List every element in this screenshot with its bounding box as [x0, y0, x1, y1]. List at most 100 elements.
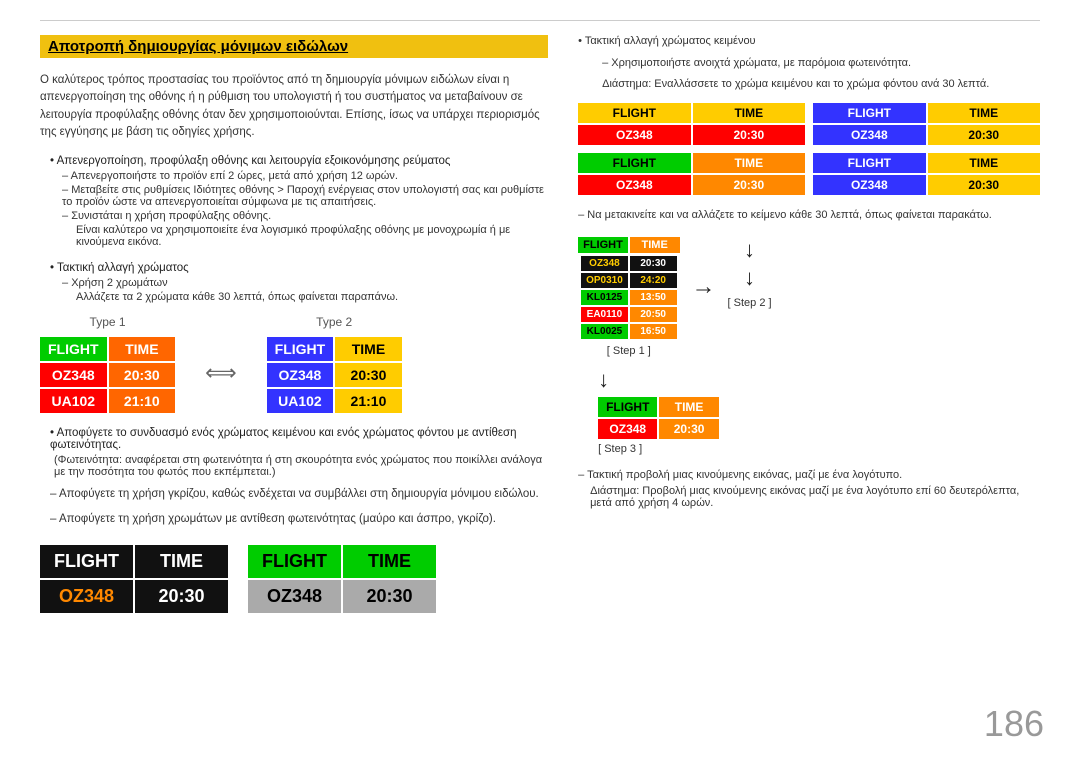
type2-2030: 20:30: [335, 363, 402, 387]
step1-row3: EA0110 20:50: [581, 307, 676, 322]
type1-ua: UA102: [40, 389, 107, 413]
left-column: Αποτροπή δημιουργίας μόνιμων ειδώλων Ο κ…: [40, 35, 548, 743]
final-notes: – Τακτική προβολή μιας κινούμενης εικόνα…: [578, 469, 1040, 513]
bottom-black-2030: 20:30: [135, 580, 228, 613]
bottom-widget-green: FLIGHT TIME OZ348 20:30: [248, 545, 436, 613]
rg2c1-time: TIME: [693, 153, 805, 173]
scroll-note: – Να μετακινείτε και να αλλάζετε το κείμ…: [578, 209, 1040, 221]
arrow-down3-icon: ↓: [598, 367, 609, 393]
bullet-3: • Αποφύγετε το συνδυασμό ενός χρώματος κ…: [50, 427, 548, 451]
rg1c1-time: TIME: [693, 103, 805, 123]
bottom-black-oz: OZ348: [40, 580, 133, 613]
type1-flight: FLIGHT: [40, 337, 107, 361]
note-1: – Αποφύγετε τη χρήση γκρίζου, καθώς ενδέ…: [50, 486, 548, 503]
bottom-black-flight: FLIGHT: [40, 545, 133, 578]
step3-flight: FLIGHT: [598, 397, 657, 417]
rg2c2-time: TIME: [928, 153, 1040, 173]
step1-r2-l: KL0125: [581, 290, 628, 305]
rg2c2-t: 20:30: [928, 175, 1040, 195]
step1-label: [ Step 1 ]: [607, 345, 651, 357]
rg1c1-flight: FLIGHT: [578, 103, 690, 123]
type1-2110: 21:10: [109, 389, 176, 413]
right-widget-r2c2: FLIGHT TIME OZ348 20:30: [813, 153, 1040, 195]
arrow-both-icon: ⟺: [205, 360, 237, 386]
type1-label: Type 1: [90, 315, 126, 329]
step3-oz: OZ348: [598, 419, 657, 439]
right-bullet: • Τακτική αλλαγή χρώματος κειμένου: [578, 35, 1040, 47]
bottom-widgets: FLIGHT TIME OZ348 20:30 FLIGHT TIME OZ34…: [40, 545, 548, 613]
right-grid: FLIGHT TIME OZ348 20:30 FLIGHT TIME OZ34…: [578, 103, 1040, 195]
rg2c1-oz: OZ348: [578, 175, 690, 195]
step2-block: ↓ ↓ [ Step 2 ]: [728, 237, 772, 309]
step3-widget: FLIGHT TIME OZ348 20:30: [598, 397, 719, 439]
arrow-down2-icon: ↓: [744, 265, 755, 291]
rg1c2-time: TIME: [928, 103, 1040, 123]
step1-r3-r: 20:50: [630, 307, 677, 322]
right-widget-r1c1: FLIGHT TIME OZ348 20:30: [578, 103, 805, 145]
bullet-1-sub-3b: Είναι καλύτερο να χρησιμοποιείτε ένα λογ…: [76, 224, 548, 248]
bottom-widget-black: FLIGHT TIME OZ348 20:30: [40, 545, 228, 613]
top-rule: [40, 20, 1040, 21]
step-sequence: FLIGHT TIME OZ348 20:30 OP0310 24:20: [578, 237, 1040, 357]
note-2: – Αποφύγετε τη χρήση χρωμάτων με αντίθεσ…: [50, 511, 548, 528]
final-note-2: Διάστημα: Προβολή μιας κινούμενης εικόνα…: [590, 485, 1040, 509]
step1-oz: OZ348: [581, 256, 628, 271]
bullet-section-2: • Τακτική αλλαγή χρώματος Χρήση 2 χρωμάτ…: [40, 262, 548, 303]
step1-r1-l: OP0310: [581, 273, 628, 288]
type2-2110: 21:10: [335, 389, 402, 413]
rg1c2-t: 20:30: [928, 125, 1040, 145]
rg2c1-flight: FLIGHT: [578, 153, 690, 173]
bullet-1-sub-3: Συνιστάται η χρήση προφύλαξης οθόνης.: [62, 210, 548, 222]
right-note-sub2: Διάστημα: Εναλλάσσετε το χρώμα κειμένου …: [602, 78, 1040, 90]
bottom-green-oz: OZ348: [248, 580, 341, 613]
bullet-3b: (Φωτεινότητα: αναφέρεται στη φωτεινότητα…: [54, 454, 548, 478]
type1-oz: OZ348: [40, 363, 107, 387]
step2-arrows-col: ↓ ↓: [744, 237, 755, 291]
type1-time: TIME: [109, 337, 176, 361]
type2-block: Type 2 FLIGHT TIME OZ348 20:30 UA102 21:…: [267, 315, 402, 413]
final-note-1: – Τακτική προβολή μιας κινούμενης εικόνα…: [578, 469, 1040, 481]
type2-time: TIME: [335, 337, 402, 361]
step1-row1: OP0310 24:20: [581, 273, 676, 288]
rg2c1-t: 20:30: [693, 175, 805, 195]
rg2c2-flight: FLIGHT: [813, 153, 925, 173]
bullet-2-sub-1b: Αλλάζετε τα 2 χρώματα κάθε 30 λεπτά, όπω…: [76, 291, 548, 303]
type2-flight: FLIGHT: [267, 337, 334, 361]
right-widget-r2c1: FLIGHT TIME OZ348 20:30: [578, 153, 805, 195]
type1-2030: 20:30: [109, 363, 176, 387]
type-widgets-row: Type 1 FLIGHT TIME OZ348 20:30 UA102 21:…: [40, 315, 548, 413]
bullet-section-3: • Αποφύγετε το συνδυασμό ενός χρώματος κ…: [40, 427, 548, 478]
step1-r4-r: 16:50: [630, 324, 677, 339]
step3-time: TIME: [659, 397, 718, 417]
step1-block: FLIGHT TIME OZ348 20:30 OP0310 24:20: [578, 237, 679, 357]
step1-scroll-oz: OZ348 20:30: [581, 256, 676, 271]
right-widget-r1c2: FLIGHT TIME OZ348 20:30: [813, 103, 1040, 145]
page-number: 186: [984, 703, 1044, 745]
step1-r2-r: 13:50: [630, 290, 677, 305]
bottom-green-time: TIME: [343, 545, 436, 578]
bullet-1-sub-1: Απενεργοποιήστε το προϊόν επί 2 ώρες, με…: [62, 170, 548, 182]
intro-text: Ο καλύτερος τρόπος προστασίας του προϊόν…: [40, 72, 548, 141]
bullet-2: • Τακτική αλλαγή χρώματος: [50, 262, 548, 274]
rg1c1-t: 20:30: [693, 125, 805, 145]
bottom-green-flight: FLIGHT: [248, 545, 341, 578]
type2-oz: OZ348: [267, 363, 334, 387]
step3-t: 20:30: [659, 419, 718, 439]
step3-label: [ Step 3 ]: [598, 443, 642, 455]
rg1c2-flight: FLIGHT: [813, 103, 925, 123]
step1-r3-l: EA0110: [581, 307, 628, 322]
rg1c2-oz: OZ348: [813, 125, 925, 145]
rg1c1-oz: OZ348: [578, 125, 690, 145]
step1-r4-l: KL0025: [581, 324, 628, 339]
type1-widget: FLIGHT TIME OZ348 20:30 UA102 21:10: [40, 337, 175, 413]
rg2c2-oz: OZ348: [813, 175, 925, 195]
step3-area: ↓ FLIGHT TIME OZ348 20:30 [ Step 3 ]: [598, 367, 1040, 455]
bullet-section-1: • Απενεργοποίηση, προφύλαξη οθόνης και λ…: [40, 155, 548, 248]
step1-time: TIME: [630, 237, 680, 253]
section-title: Αποτροπή δημιουργίας μόνιμων ειδώλων: [40, 35, 548, 58]
step1-time-val: 20:30: [630, 256, 677, 271]
step1-flight: FLIGHT: [578, 237, 628, 253]
arrow-down1-icon: ↓: [744, 237, 755, 263]
type2-ua: UA102: [267, 389, 334, 413]
arrow-step1-to-step2-icon: →: [692, 273, 716, 301]
